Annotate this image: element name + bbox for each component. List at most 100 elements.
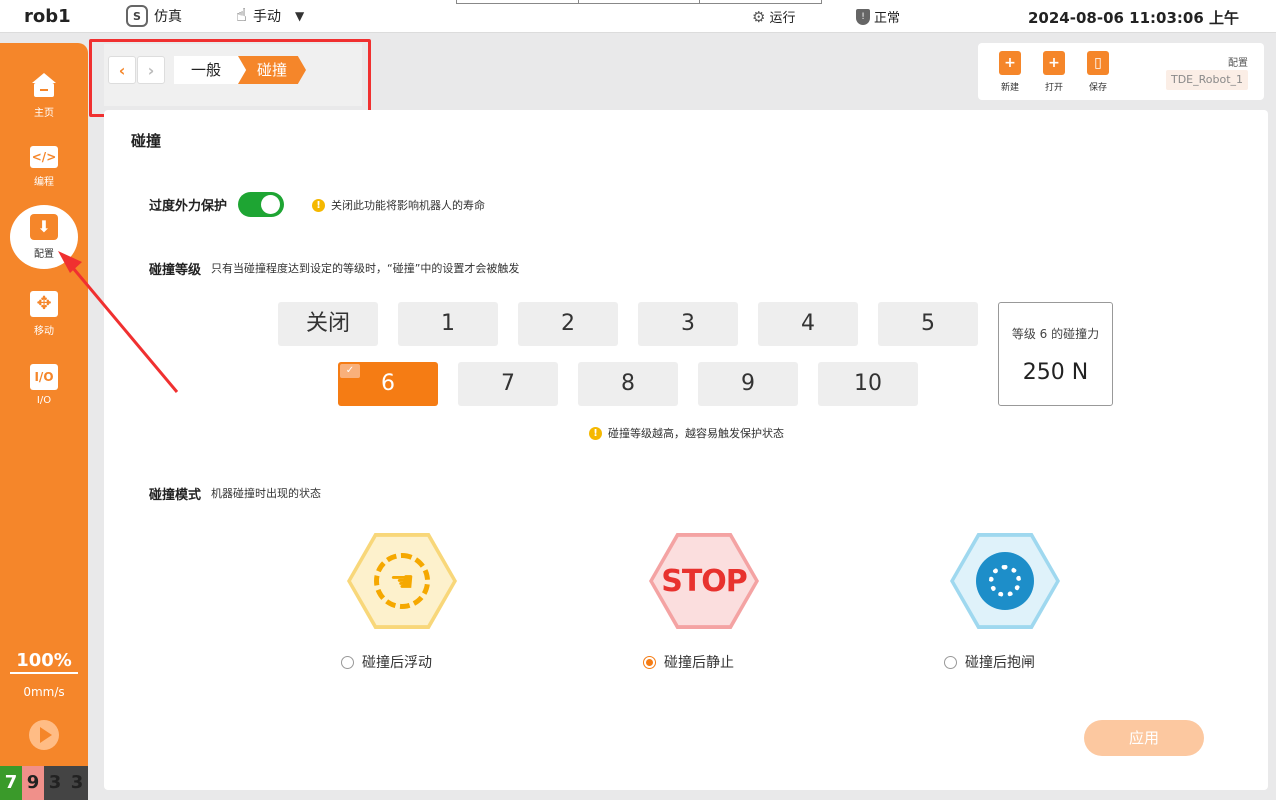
float-hex: ☚ <box>347 533 457 629</box>
speed-percent[interactable]: 100% <box>10 650 78 674</box>
mode-float-option[interactable]: 碰撞后浮动 <box>341 652 432 672</box>
normal-status-label: 正常 <box>874 11 901 26</box>
radio-brake[interactable] <box>944 655 957 669</box>
robot-name: rob1 <box>24 6 71 27</box>
play-icon <box>39 727 52 743</box>
apply-button[interactable]: 应用 <box>1084 720 1204 756</box>
sidebar-item-home[interactable]: 主页 <box>10 64 78 128</box>
sidebar-item-label: 配置 <box>34 249 54 260</box>
datetime: 2024-08-06 11:03:06 上午 <box>1028 9 1240 27</box>
new-file-icon: + <box>999 51 1021 75</box>
level-button-3[interactable]: 3 <box>638 302 738 346</box>
level-button-8[interactable]: 8 <box>578 362 678 406</box>
folder-icon: + <box>1043 51 1065 75</box>
open-label: 打开 <box>1044 83 1063 93</box>
robot-arm-icon: ⚙ <box>752 7 766 26</box>
level-label: 碰撞等级 <box>149 263 202 278</box>
mode-label: 碰撞模式 <box>149 488 202 503</box>
sidebar-item-label: 主页 <box>34 108 54 119</box>
code-icon: </> <box>30 146 58 168</box>
status-tabs <box>456 0 822 4</box>
manual-mode-label: 手动 <box>252 8 281 25</box>
sidebar-item-move[interactable]: ✥ 移动 <box>10 282 78 346</box>
sidebar-item-config[interactable]: ⬇ 配置 <box>10 205 78 269</box>
level-button-1[interactable]: 1 <box>398 302 498 346</box>
protect-warning-text: 关闭此功能将影响机器人的寿命 <box>331 199 485 212</box>
play-button[interactable] <box>29 720 59 750</box>
new-label: 新建 <box>1000 83 1019 93</box>
save-button[interactable]: ▯ 保存 <box>1078 51 1118 93</box>
sidebar-item-io[interactable]: I/O I/O <box>10 353 78 417</box>
check-icon: ✓ <box>340 364 360 378</box>
sim-mode-label: 仿真 <box>154 9 182 25</box>
level-button-4[interactable]: 4 <box>758 302 858 346</box>
toggle-knob <box>261 195 280 214</box>
stop-sign-icon: STOP <box>661 563 748 599</box>
config-icon: ⬇ <box>30 214 58 240</box>
radio-stop[interactable] <box>643 655 656 669</box>
speed-value: 0mm/s <box>23 685 65 699</box>
mode-brake-label: 碰撞后抱闸 <box>965 655 1035 671</box>
sidebar-item-label: 移动 <box>34 326 54 337</box>
protect-label: 过度外力保护 <box>149 199 228 214</box>
force-label: 等级 6 的碰撞力 <box>1011 327 1100 341</box>
brake-hex <box>950 533 1060 629</box>
level-button-5[interactable]: 5 <box>878 302 978 346</box>
level-warning: ! 碰撞等级越高，越容易触发保护状态 <box>589 425 784 441</box>
force-display: 等级 6 的碰撞力 250 N <box>998 302 1113 406</box>
run-status-label: 运行 <box>769 11 796 26</box>
protect-toggle[interactable] <box>238 192 284 217</box>
sim-icon: S <box>126 5 148 27</box>
annotation-highlight-box <box>89 39 371 117</box>
top-bar: rob1 S 仿真 ☝ 手动 ▼ ⚙ 运行 ! 正常 2024-08-06 11… <box>0 0 1276 33</box>
save-label: 保存 <box>1088 83 1107 93</box>
sidebar-item-label: I/O <box>36 395 52 406</box>
sim-mode-indicator[interactable]: S 仿真 <box>126 5 182 27</box>
mode-stop-label: 碰撞后静止 <box>664 655 734 671</box>
main-panel: 碰撞 过度外力保护 ! 关闭此功能将影响机器人的寿命 碰撞等级 只有当碰撞程度达… <box>104 110 1268 790</box>
io-icon: I/O <box>30 364 58 390</box>
run-status: ⚙ 运行 <box>752 7 796 27</box>
sidebar-item-label: 编程 <box>34 177 54 188</box>
level-button-9[interactable]: 9 <box>698 362 798 406</box>
new-button[interactable]: + 新建 <box>990 51 1030 93</box>
level-6-label: 6 <box>381 371 395 396</box>
open-button[interactable]: + 打开 <box>1034 51 1074 93</box>
protect-warning: ! 关闭此功能将影响机器人的寿命 <box>312 197 485 213</box>
mode-desc: 机器碰撞时出现的状态 <box>211 487 321 500</box>
force-value: 250 N <box>1022 360 1089 385</box>
page-title: 碰撞 <box>131 132 162 150</box>
hand-icon: ☝ <box>236 5 247 26</box>
counter-0: 7 <box>0 766 22 800</box>
counters: 7933 <box>0 766 88 800</box>
sidebar-item-program[interactable]: </> 编程 <box>10 135 78 199</box>
stop-hex: STOP <box>649 533 759 629</box>
config-value: TDE_Robot_1 <box>1166 70 1248 90</box>
radio-float[interactable] <box>341 655 354 669</box>
mode-float-label: 碰撞后浮动 <box>362 655 432 671</box>
toolbar: + 新建 + 打开 ▯ 保存 配置 TDE_Robot_1 <box>978 43 1264 100</box>
home-icon <box>30 73 58 99</box>
level-button-off[interactable]: 关闭 <box>278 302 378 346</box>
mode-brake-option[interactable]: 碰撞后抱闸 <box>944 652 1035 672</box>
brake-disc-icon <box>976 552 1034 610</box>
counter-3: 3 <box>66 766 88 800</box>
float-hand-icon: ☚ <box>374 553 430 609</box>
config-label: 配置 <box>1228 58 1248 69</box>
shield-icon: ! <box>856 8 870 25</box>
counter-1: 9 <box>22 766 44 800</box>
warning-icon: ! <box>312 198 325 212</box>
normal-status: ! 正常 <box>856 7 900 26</box>
counter-2: 3 <box>44 766 66 800</box>
manual-mode-dropdown[interactable]: ☝ 手动 ▼ <box>236 5 304 26</box>
level-button-7[interactable]: 7 <box>458 362 558 406</box>
warning-icon: ! <box>589 426 602 440</box>
mode-stop-option[interactable]: 碰撞后静止 <box>643 652 734 672</box>
save-icon: ▯ <box>1087 51 1109 75</box>
level-button-10[interactable]: 10 <box>818 362 918 406</box>
move-icon: ✥ <box>30 291 58 317</box>
level-button-6[interactable]: ✓ 6 <box>338 362 438 406</box>
chevron-down-icon: ▼ <box>294 8 305 23</box>
level-button-2[interactable]: 2 <box>518 302 618 346</box>
level-warning-text: 碰撞等级越高，越容易触发保护状态 <box>608 427 784 440</box>
